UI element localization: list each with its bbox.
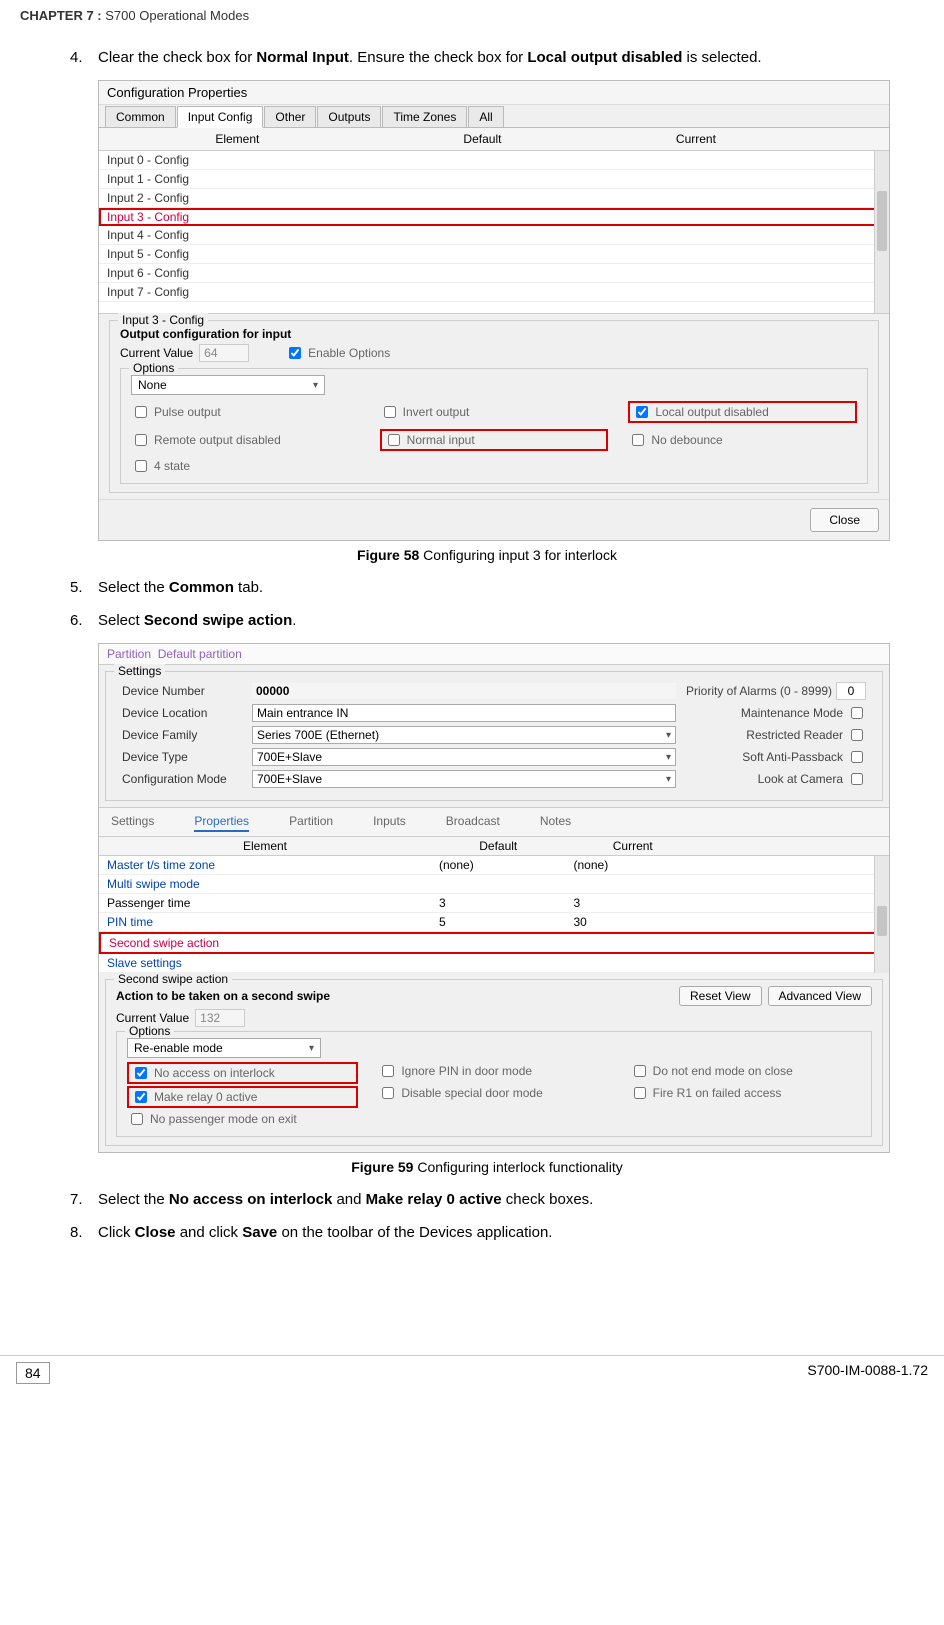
config-properties-dialog: Configuration Properties Common Input Co… [98, 80, 890, 541]
list-item[interactable]: Input 6 - Config [99, 264, 889, 283]
tab-outputs[interactable]: Outputs [317, 106, 381, 127]
subtab-properties[interactable]: Properties [194, 814, 249, 832]
tab-time-zones[interactable]: Time Zones [382, 106, 467, 127]
options-dropdown[interactable]: None [131, 375, 325, 395]
device-location-input[interactable]: Main entrance IN [252, 704, 676, 722]
tab-other[interactable]: Other [264, 106, 316, 127]
table-row[interactable]: Multi swipe mode [99, 875, 889, 894]
figure-58-caption: Figure 58 Configuring input 3 for interl… [70, 547, 904, 563]
list-item-selected[interactable]: Input 3 - Config [99, 208, 889, 226]
current-value-input[interactable]: 64 [199, 344, 249, 362]
chapter-title: S700 Operational Modes [105, 8, 249, 23]
local-output-disabled-checkbox[interactable]: Local output disabled [632, 403, 768, 421]
device-number-field: 00000 [252, 683, 676, 699]
subtab-settings[interactable]: Settings [111, 814, 154, 832]
partition-bar: Partition Default partition [99, 644, 889, 665]
device-family-dropdown[interactable]: Series 700E (Ethernet) [252, 726, 676, 744]
tab-common[interactable]: Common [105, 106, 176, 127]
page-footer: 84 S700-IM-0088-1.72 [0, 1355, 944, 1390]
table-row[interactable]: Master t/s time zone(none)(none) [99, 856, 889, 875]
close-button[interactable]: Close [810, 508, 879, 532]
invert-output-checkbox[interactable]: Invert output [380, 401, 609, 423]
table-row[interactable]: PIN time530 [99, 913, 889, 932]
step-6: 6. Select Second swipe action. [70, 610, 904, 631]
tab-all[interactable]: All [468, 106, 503, 127]
advanced-view-button[interactable]: Advanced View [768, 986, 873, 1006]
properties-table[interactable]: Master t/s time zone(none)(none) Multi s… [99, 856, 889, 973]
chapter-label: CHAPTER 7 : [20, 8, 102, 23]
fire-r1-checkbox[interactable]: Fire R1 on failed access [630, 1084, 861, 1102]
doc-id: S700-IM-0088-1.72 [807, 1362, 928, 1384]
dialog-title: Configuration Properties [99, 81, 889, 105]
config-mode-dropdown[interactable]: 700E+Slave [252, 770, 676, 788]
list-item[interactable]: Input 0 - Config [99, 151, 889, 170]
second-swipe-section: Second swipe action Action to be taken o… [105, 979, 883, 1146]
reset-view-button[interactable]: Reset View [679, 986, 761, 1006]
subtab-broadcast[interactable]: Broadcast [446, 814, 500, 832]
subtab-notes[interactable]: Notes [540, 814, 571, 832]
restricted-reader-checkbox[interactable] [851, 729, 863, 741]
step-8: 8. Click Close and click Save on the too… [70, 1222, 904, 1243]
options-section-2: Options Re-enable mode No access on inte… [116, 1031, 872, 1137]
table-header: Element Default Current [99, 128, 889, 151]
disable-special-checkbox[interactable]: Disable special door mode [378, 1084, 609, 1102]
subtab-inputs[interactable]: Inputs [373, 814, 406, 832]
page-number: 84 [16, 1362, 50, 1384]
do-not-end-checkbox[interactable]: Do not end mode on close [630, 1062, 861, 1080]
scroll-track[interactable] [874, 856, 889, 973]
dialog-footer: Close [99, 499, 889, 540]
tab-input-config[interactable]: Input Config [177, 106, 264, 128]
subtab-partition[interactable]: Partition [289, 814, 333, 832]
list-item[interactable]: Input 5 - Config [99, 245, 889, 264]
subtabs: Settings Properties Partition Inputs Bro… [99, 807, 889, 837]
four-state-checkbox[interactable]: 4 state [131, 457, 360, 475]
no-passenger-mode-checkbox[interactable]: No passenger mode on exit [127, 1110, 358, 1128]
current-value-input[interactable]: 132 [195, 1009, 245, 1027]
scroll-thumb[interactable] [877, 191, 887, 251]
step-4: 4. Clear the check box for Normal Input.… [70, 47, 904, 68]
list-item[interactable]: Input 2 - Config [99, 189, 889, 208]
maintenance-mode-checkbox[interactable] [851, 707, 863, 719]
figure-59-caption: Figure 59 Configuring interlock function… [70, 1159, 904, 1175]
step-5: 5. Select the Common tab. [70, 577, 904, 598]
enable-options-checkbox[interactable]: Enable Options [285, 344, 390, 362]
list-item[interactable]: Input 7 - Config [99, 283, 889, 302]
step-7: 7. Select the No access on interlock and… [70, 1189, 904, 1210]
table-row[interactable]: Passenger time33 [99, 894, 889, 913]
device-type-dropdown[interactable]: 700E+Slave [252, 748, 676, 766]
table-row[interactable]: Slave settings [99, 954, 889, 973]
device-properties-panel: Partition Default partition Settings Dev… [98, 643, 890, 1153]
normal-input-checkbox[interactable]: Normal input [384, 431, 475, 449]
properties-table-header: Element Default Current [99, 837, 889, 856]
reenable-mode-dropdown[interactable]: Re-enable mode [127, 1038, 321, 1058]
priority-input[interactable]: 0 [836, 682, 866, 700]
remote-output-disabled-checkbox[interactable]: Remote output disabled [131, 429, 360, 451]
make-relay-0-checkbox[interactable]: Make relay 0 active [131, 1088, 354, 1106]
table-row-selected[interactable]: Second swipe action [99, 932, 889, 954]
anti-passback-checkbox[interactable] [851, 751, 863, 763]
pulse-output-checkbox[interactable]: Pulse output [131, 401, 360, 423]
no-access-interlock-checkbox[interactable]: No access on interlock [131, 1064, 354, 1082]
ignore-pin-checkbox[interactable]: Ignore PIN in door mode [378, 1062, 609, 1080]
settings-fieldset: Settings Device Number 00000 Priority of… [105, 671, 883, 801]
input3-section: Input 3 - Config Output configuration fo… [109, 320, 879, 493]
tab-strip: Common Input Config Other Outputs Time Z… [99, 105, 889, 128]
scroll-thumb[interactable] [877, 906, 887, 936]
look-at-camera-checkbox[interactable] [851, 773, 863, 785]
input-list[interactable]: Input 0 - Config Input 1 - Config Input … [99, 151, 889, 314]
list-item[interactable]: Input 4 - Config [99, 226, 889, 245]
options-section: Options None Pulse output Invert output … [120, 368, 868, 484]
no-debounce-checkbox[interactable]: No debounce [628, 429, 857, 451]
scroll-track[interactable] [874, 151, 889, 313]
list-item[interactable]: Input 1 - Config [99, 170, 889, 189]
